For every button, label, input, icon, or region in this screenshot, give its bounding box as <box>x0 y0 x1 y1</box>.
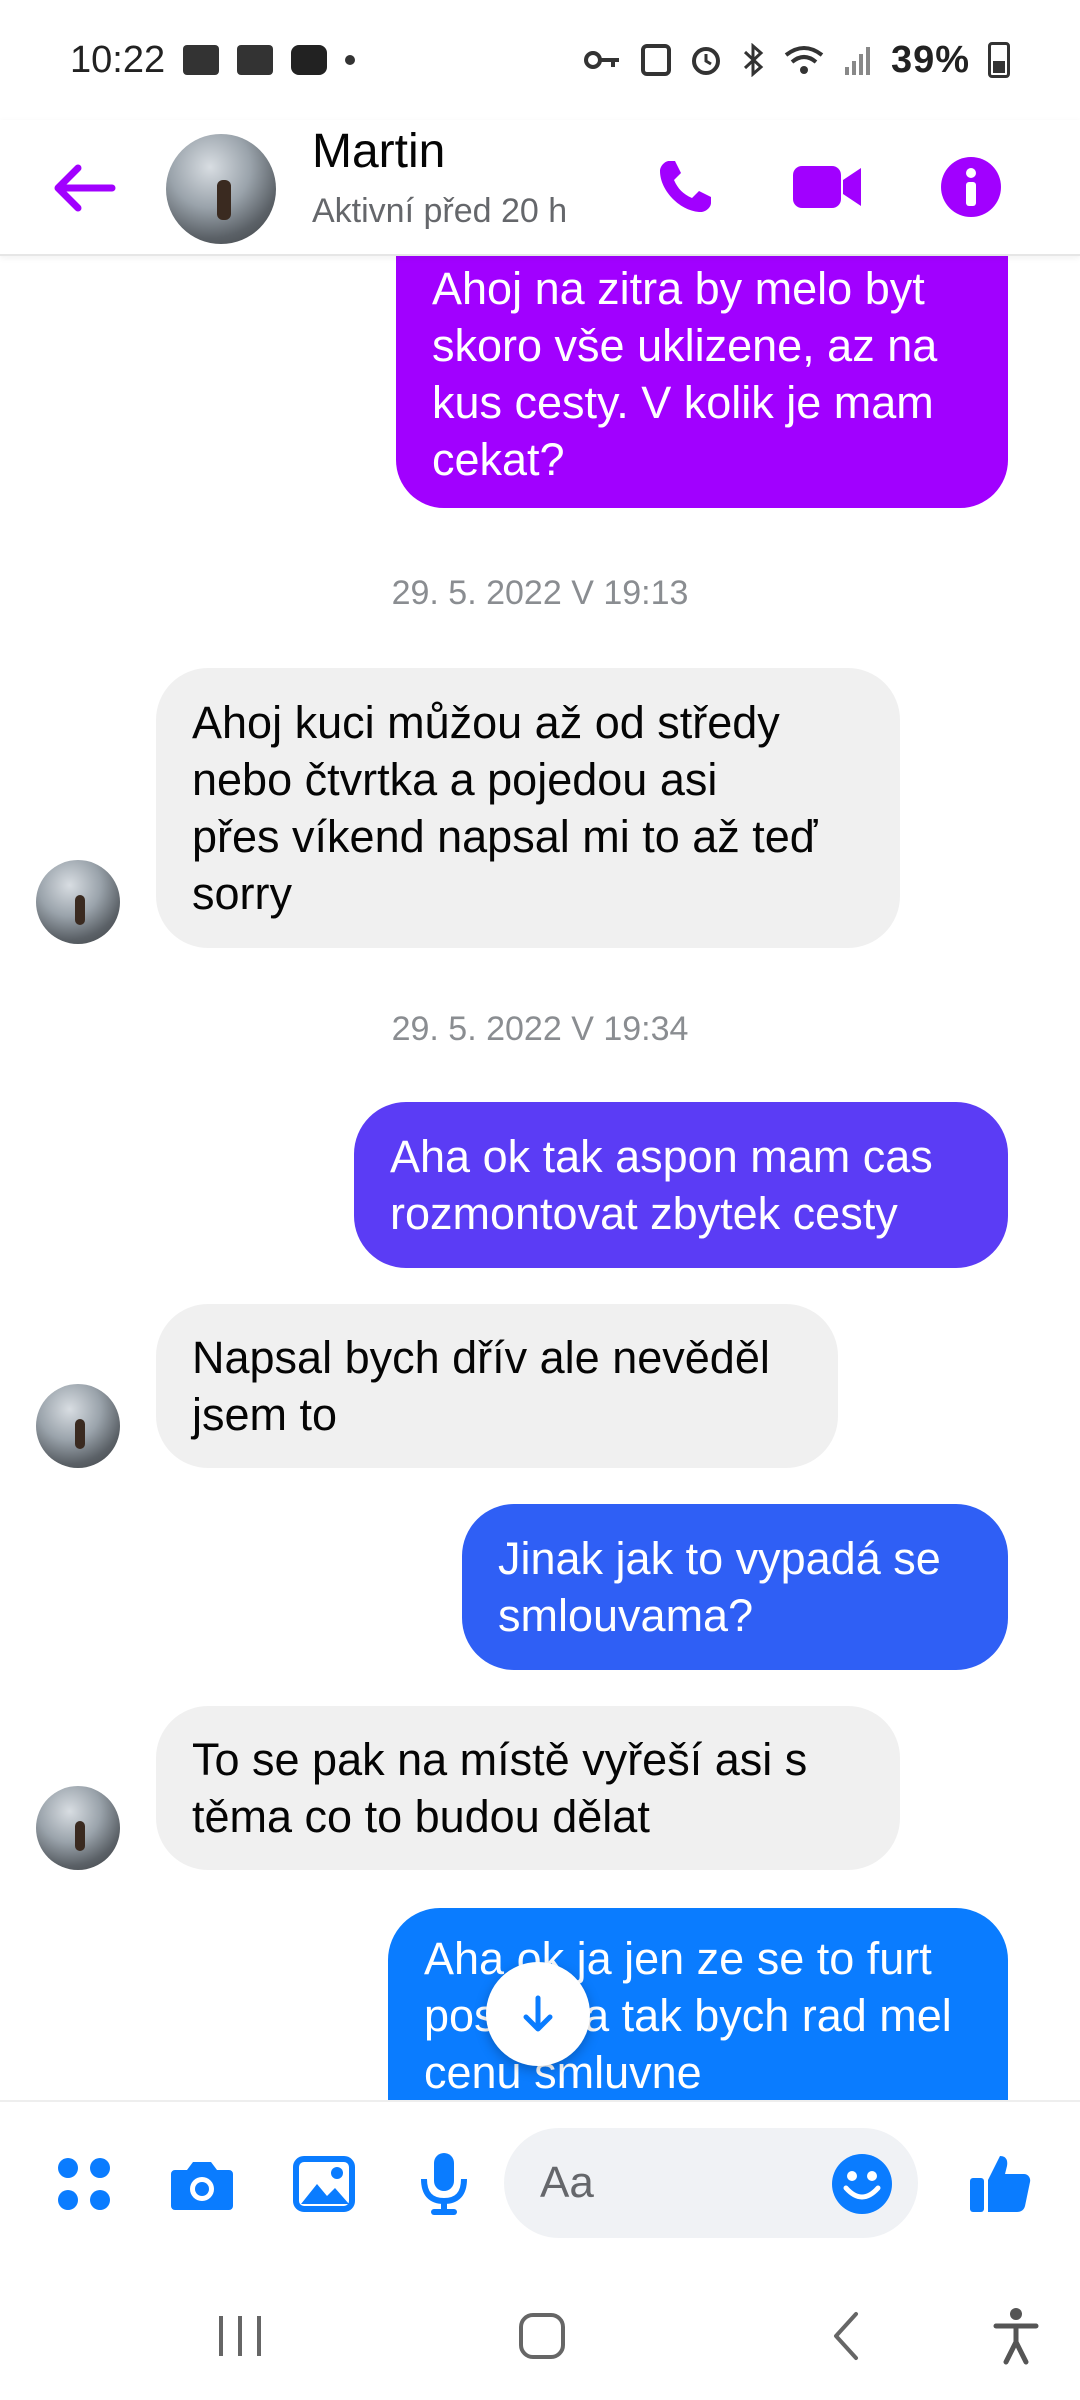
battery-percent: 39% <box>890 38 970 81</box>
message-text: Ahoj kuci můžou až od středy nebo čtvrtk… <box>192 697 818 919</box>
message-outgoing[interactable]: Aha ok ja jen ze se to furt posune a tak… <box>388 1908 1008 2100</box>
camera-icon <box>171 2162 233 2210</box>
avatar-figure <box>216 180 231 221</box>
sender-avatar[interactable] <box>36 1786 120 1870</box>
message-outgoing[interactable]: Jinak jak to vypadá se smlouvama? <box>462 1504 1008 1670</box>
youtube-notification-icon <box>291 45 328 75</box>
image-icon <box>293 2156 355 2212</box>
avatar-figure <box>74 1821 85 1852</box>
system-navigation-bar <box>0 2260 1080 2400</box>
wifi-icon <box>784 46 824 74</box>
info-button[interactable] <box>926 142 1016 232</box>
message-timestamp: 29. 5. 2022 V 19:34 <box>391 1010 689 1048</box>
video-call-button[interactable] <box>782 142 872 232</box>
message-outgoing[interactable]: Ahoj na zitra by melo byt skoro vše ukli… <box>396 256 1008 508</box>
thumbs-up-icon <box>970 2156 1031 2212</box>
message-list[interactable]: Ahoj na zitra by melo byt skoro vše ukli… <box>0 256 1080 2100</box>
accessibility-button[interactable] <box>976 2296 1056 2376</box>
home-button[interactable] <box>502 2296 582 2376</box>
video-camera-icon <box>793 166 861 208</box>
chat-header: Martin Aktivní před 20 h <box>0 120 1080 256</box>
recent-apps-icon <box>219 2316 261 2356</box>
recent-apps-button[interactable] <box>200 2296 280 2376</box>
message-timestamp: 29. 5. 2022 V 19:13 <box>391 574 689 612</box>
status-time: 10:22 <box>70 38 166 81</box>
audio-call-button[interactable] <box>640 142 730 232</box>
accessibility-icon <box>993 2308 1039 2365</box>
avatar-figure <box>74 895 85 926</box>
microphone-icon <box>421 2153 467 2215</box>
phone-icon <box>660 161 711 212</box>
like-button[interactable] <box>962 2146 1038 2222</box>
more-notifications-dot-icon <box>345 55 356 65</box>
message-composer <box>0 2100 1080 2262</box>
alarm-icon <box>691 47 720 75</box>
sender-avatar[interactable] <box>36 1384 120 1468</box>
message-outgoing[interactable]: Aha ok tak aspon mam cas rozmontovat zby… <box>354 1102 1008 1268</box>
battery-saver-icon <box>640 44 671 76</box>
chevron-left-icon <box>834 2312 858 2360</box>
contact-avatar[interactable] <box>166 134 276 244</box>
key-icon <box>583 51 619 69</box>
message-text: Napsal bych dřív ale nevěděl jsem to <box>192 1332 770 1440</box>
message-incoming[interactable]: Napsal bych dřív ale nevěděl jsem to <box>156 1304 838 1468</box>
contact-active-status: Aktivní před 20 h <box>312 192 568 230</box>
message-text: Jinak jak to vypadá se smlouvama? <box>498 1533 941 1641</box>
status-right: 39% <box>583 39 1010 82</box>
info-icon <box>941 157 1001 217</box>
sender-avatar[interactable] <box>36 860 120 944</box>
emoji-button[interactable] <box>830 2152 894 2216</box>
back-button[interactable] <box>48 160 120 216</box>
voice-message-button[interactable] <box>406 2146 482 2222</box>
contact-name[interactable]: Martin <box>312 124 445 179</box>
home-icon <box>519 2313 565 2359</box>
avatar-figure <box>74 1419 85 1450</box>
bluetooth-icon <box>743 43 764 77</box>
gallery-button[interactable] <box>286 2146 362 2222</box>
device-notification-icon <box>237 45 274 75</box>
message-text: To se pak na místě vyřeší asi s těma co … <box>192 1734 808 1842</box>
apps-button[interactable] <box>46 2146 122 2222</box>
scroll-to-bottom-button[interactable] <box>486 1962 590 2066</box>
gallery-notification-icon <box>183 45 220 75</box>
camera-button[interactable] <box>164 2146 240 2222</box>
signal-icon <box>844 47 870 75</box>
message-incoming[interactable]: To se pak na místě vyřeší asi s těma co … <box>156 1706 900 1870</box>
battery-icon <box>988 42 1010 78</box>
message-text: Ahoj na zitra by melo byt skoro vše ukli… <box>432 263 938 485</box>
message-text: Aha ok tak aspon mam cas rozmontovat zby… <box>390 1131 933 1239</box>
status-bar: 10:22 39% <box>0 0 1080 120</box>
arrow-down-icon <box>523 1995 553 2032</box>
arrow-left-icon <box>54 164 116 212</box>
status-left: 10:22 <box>70 38 356 82</box>
system-back-button[interactable] <box>806 2296 886 2376</box>
smiley-icon <box>832 2154 892 2214</box>
message-incoming[interactable]: Ahoj kuci můžou až od středy nebo čtvrtk… <box>156 668 900 948</box>
four-dots-icon <box>58 2158 110 2210</box>
